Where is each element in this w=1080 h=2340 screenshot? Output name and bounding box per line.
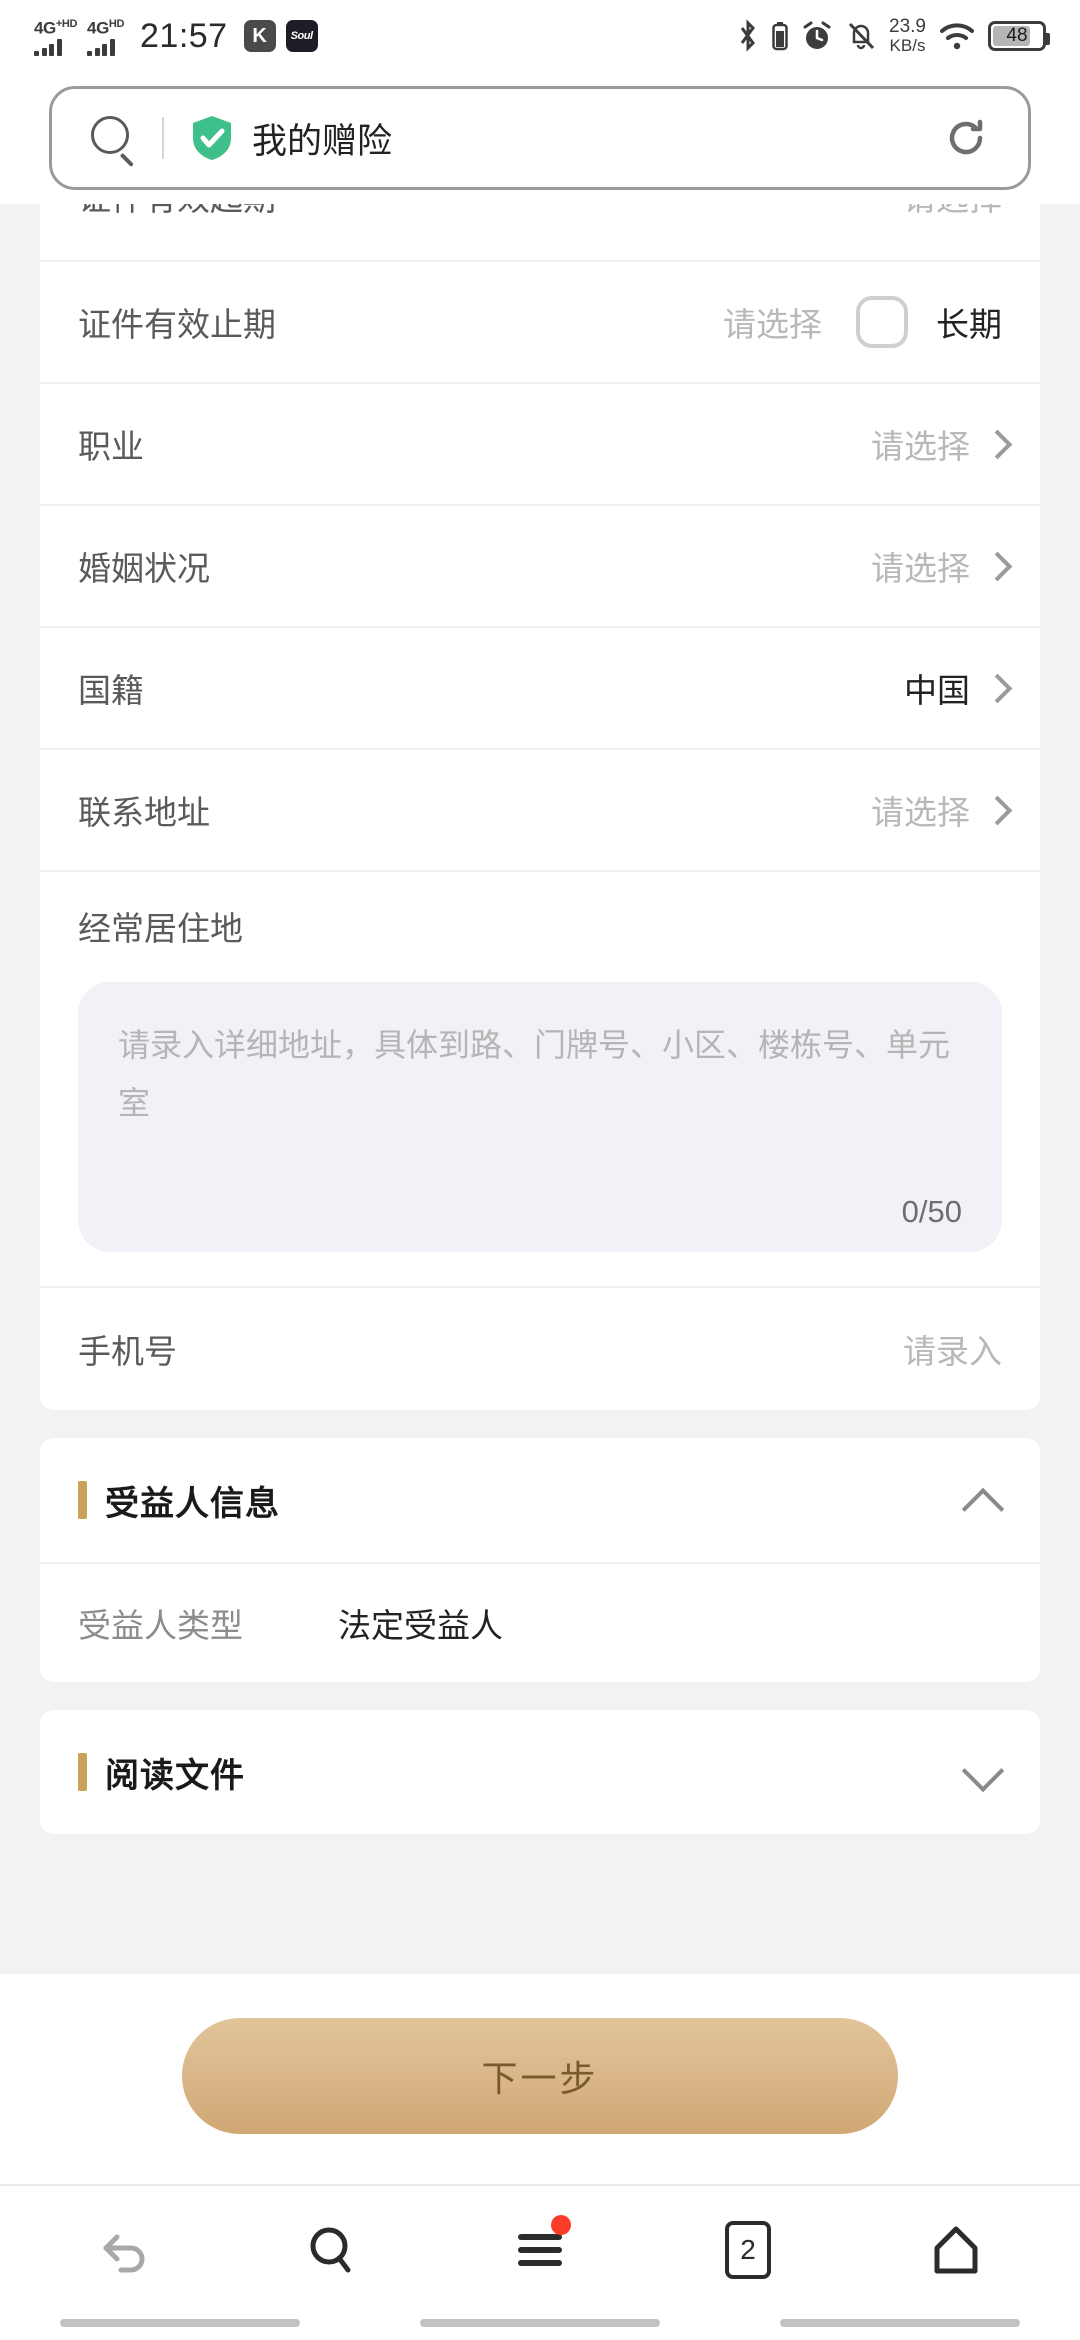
bluetooth-icon (740, 19, 755, 52)
row-label: 证件有效止期 (78, 306, 276, 343)
nav-search-button[interactable] (277, 2207, 387, 2293)
residence-address-input[interactable]: 请录入详细地址，具体到路、门牌号、小区、楼栋号、单元室 0/50 (78, 982, 1002, 1252)
network-speed: 23.9 KB/s (889, 17, 926, 55)
search-icon (310, 2227, 351, 2273)
browser-toolbar: 我的赠险 (0, 72, 1080, 204)
next-step-button[interactable]: 下一步 (182, 2018, 898, 2134)
battery-small-icon (772, 22, 788, 51)
row-occupation[interactable]: 职业 请选择 (40, 384, 1040, 506)
network-speed-value: 23.9 (889, 16, 926, 37)
applicant-info-card: 证件有效起期 请选择 证件有效止期 请选择 长期 职业 请选择 婚姻状 (40, 204, 1040, 1410)
signal-bars-1 (34, 38, 62, 56)
chevron-right-icon (986, 796, 1002, 824)
network-type-1: 4G (34, 18, 56, 38)
residence-address-block: 经常居住地 请录入详细地址，具体到路、门牌号、小区、楼栋号、单元室 0/50 (40, 872, 1040, 1288)
beneficiary-type-label: 受益人类型 (78, 1607, 243, 1644)
row-contact-address[interactable]: 联系地址 请选择 (40, 750, 1040, 872)
gesture-bar-right (780, 2319, 1020, 2327)
network-type-2-sup: HD (108, 18, 124, 31)
nav-tabs-button[interactable]: 2 (693, 2207, 803, 2293)
soul-app-icon: Soul (285, 20, 318, 52)
beneficiary-info-card: 受益人信息 受益人类型 法定受益人 (40, 1438, 1040, 1682)
gesture-bar-center (420, 2319, 660, 2327)
secure-shield-icon (190, 114, 234, 162)
signal-indicator-2: 4GHD (87, 16, 124, 56)
row-label: 手机号 (78, 1333, 177, 1370)
status-bar-clock: 21:57 (140, 16, 228, 55)
wifi-icon (940, 23, 974, 50)
section-accent-bar (78, 1753, 87, 1791)
row-value: 中国 (904, 672, 970, 709)
menu-icon (518, 2234, 562, 2266)
alarm-icon (803, 21, 831, 49)
network-speed-unit: KB/s (889, 36, 926, 55)
search-icon[interactable] (88, 113, 138, 167)
row-nationality[interactable]: 国籍 中国 (40, 628, 1040, 750)
back-button[interactable] (69, 2207, 179, 2293)
battery-icon: 48 (988, 21, 1050, 51)
row-label: 国籍 (78, 672, 144, 709)
row-phone-number[interactable]: 手机号 请录入 (40, 1288, 1040, 1410)
footer-action-zone: 下一步 (0, 1974, 1080, 2184)
browser-bottom-nav: 2 (0, 2184, 1080, 2314)
long-term-checkbox-label: 长期 (936, 306, 1002, 343)
beneficiary-type-value: 法定受益人 (338, 1607, 503, 1644)
row-value: 请选择 (903, 204, 1002, 220)
row-label: 职业 (78, 428, 144, 465)
chevron-up-icon[interactable] (962, 1480, 1002, 1520)
status-bar-left: 4G+HD 4GHD 21:57 K Soul (34, 16, 318, 56)
section-title: 阅读文件 (105, 1756, 245, 1795)
row-label: 联系地址 (78, 794, 210, 831)
long-term-checkbox[interactable] (856, 296, 908, 348)
row-marital-status[interactable]: 婚姻状况 请选择 (40, 506, 1040, 628)
character-counter: 0/50 (901, 1194, 962, 1229)
signal-indicator-1: 4G+HD (34, 16, 77, 56)
home-icon (934, 2226, 978, 2274)
toolbar-divider (162, 117, 164, 159)
row-label: 婚姻状况 (78, 550, 210, 587)
menu-notification-badge (551, 2215, 571, 2235)
nav-home-button[interactable] (901, 2207, 1011, 2293)
beneficiary-type-row: 受益人类型 法定受益人 (40, 1562, 1040, 1682)
back-arrow-icon (103, 2234, 145, 2273)
documents-section-header[interactable]: 阅读文件 (40, 1710, 1040, 1834)
section-title: 受益人信息 (105, 1484, 280, 1523)
mute-icon (848, 22, 875, 50)
phone-number-input[interactable]: 请录入 (903, 1325, 1002, 1373)
page-content[interactable]: 证件有效起期 请选择 证件有效止期 请选择 长期 职业 请选择 婚姻状 (0, 204, 1080, 1974)
gesture-hint-bar (0, 2314, 1080, 2340)
row-value: 请选择 (871, 550, 970, 587)
documents-card: 阅读文件 (40, 1710, 1040, 1834)
residence-address-label: 经常居住地 (78, 910, 243, 947)
nav-menu-button[interactable] (485, 2207, 595, 2293)
address-bar[interactable]: 我的赠险 (49, 86, 1031, 190)
reload-icon[interactable] (940, 112, 992, 164)
battery-percent: 48 (1006, 25, 1028, 46)
page-title: 我的赠险 (252, 121, 393, 161)
tab-count-icon: 2 (725, 2221, 771, 2279)
residence-address-placeholder: 请录入详细地址，具体到路、门牌号、小区、楼栋号、单元室 (118, 1027, 951, 1121)
network-type-2: 4G (87, 18, 109, 38)
chevron-right-icon (986, 552, 1002, 580)
kuaishou-app-icon: K (243, 20, 276, 52)
gesture-bar-left (60, 2319, 300, 2327)
row-value: 请选择 (723, 306, 822, 343)
chevron-down-icon[interactable] (962, 1752, 1002, 1792)
row-id-valid-to[interactable]: 证件有效止期 请选择 长期 (40, 262, 1040, 384)
signal-bars-2 (87, 38, 115, 56)
row-id-valid-from[interactable]: 证件有效起期 请选择 (40, 204, 1040, 262)
section-accent-bar (78, 1481, 87, 1519)
chevron-right-icon (986, 430, 1002, 458)
network-type-1-sup: +HD (55, 18, 78, 31)
row-value: 请选择 (871, 794, 970, 831)
status-bar: 4G+HD 4GHD 21:57 K Soul 23.9 KB/s 48 (0, 0, 1080, 72)
status-bar-right: 23.9 KB/s 48 (737, 17, 1050, 55)
row-value: 请选择 (871, 428, 970, 465)
chevron-right-icon (986, 674, 1002, 702)
phone-screen: 4G+HD 4GHD 21:57 K Soul 23.9 KB/s 48 我的赠… (0, 0, 1080, 2340)
row-label: 证件有效起期 (78, 204, 276, 220)
beneficiary-section-header[interactable]: 受益人信息 (40, 1438, 1040, 1562)
